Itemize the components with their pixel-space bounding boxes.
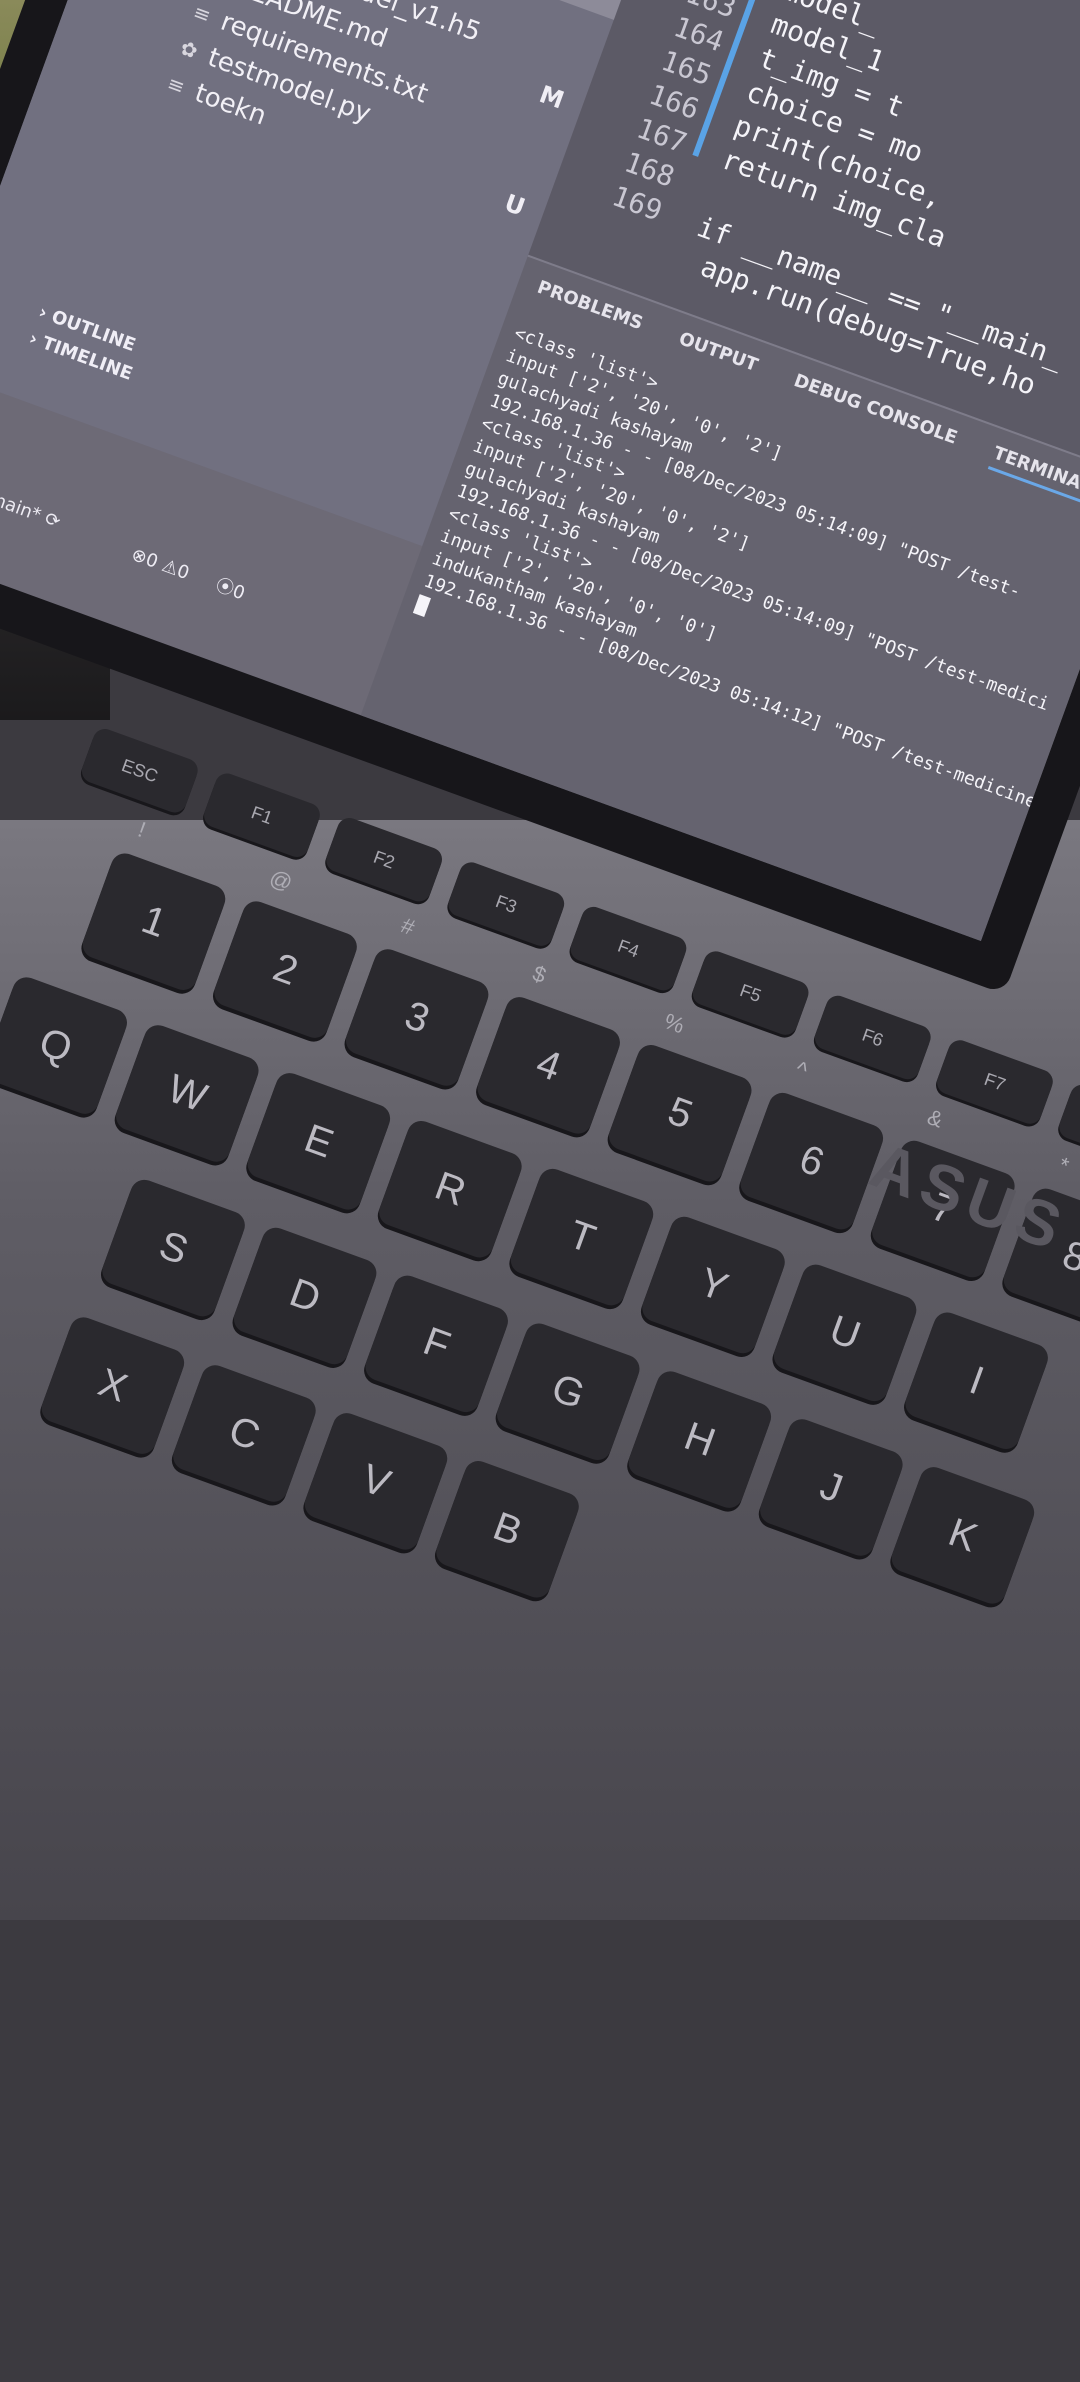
key[interactable]: @2 <box>210 865 361 1042</box>
key[interactable]: T <box>506 1164 658 1310</box>
key-shift-label: * <box>1055 1151 1073 1179</box>
key-label: K <box>942 1510 983 1561</box>
key-label: Q <box>33 1019 78 1072</box>
key[interactable]: V <box>300 1409 452 1554</box>
key-label: E <box>298 1116 339 1167</box>
function-key[interactable]: F4 <box>567 903 690 994</box>
key-shift-label: ! <box>134 816 150 843</box>
key[interactable]: W <box>112 1021 263 1166</box>
key-label: U <box>823 1307 867 1359</box>
git-status-badge: U <box>500 188 529 222</box>
key[interactable]: $4 <box>473 960 624 1138</box>
key[interactable]: R <box>375 1117 526 1262</box>
key-label: G <box>546 1365 591 1418</box>
key-shift-label: ^ <box>792 1056 811 1084</box>
python-icon: ✿ <box>177 35 202 64</box>
key[interactable]: F <box>361 1271 512 1417</box>
function-key[interactable]: F6 <box>811 992 935 1083</box>
key[interactable]: ^ 6 <box>736 1056 888 1234</box>
key-shift-label: % <box>660 1008 688 1039</box>
key-label: 6 <box>793 1136 830 1186</box>
key[interactable]: Y <box>638 1212 789 1358</box>
key[interactable]: #3 <box>341 912 493 1090</box>
key-shift-label: # <box>397 912 418 941</box>
key-label: R <box>429 1163 472 1215</box>
function-key[interactable]: F1 <box>200 770 324 861</box>
key-shift-label: & <box>924 1104 947 1133</box>
key[interactable]: J <box>756 1415 907 1560</box>
code-lines: 159i160img161load162model_163model_1164t… <box>608 0 1080 402</box>
file-lines-icon: ≡ <box>190 0 215 28</box>
key[interactable]: H <box>624 1367 776 1512</box>
key-label: S <box>153 1222 194 1274</box>
key[interactable]: E <box>243 1069 395 1214</box>
key-label: 2 <box>267 945 304 995</box>
key[interactable]: D <box>229 1223 381 1369</box>
key[interactable]: X <box>37 1313 189 1458</box>
key[interactable]: Q <box>0 973 131 1118</box>
esc-key[interactable]: ESC <box>78 725 202 816</box>
key-label: H <box>678 1414 721 1466</box>
panel-tab[interactable]: TERMINAL <box>988 442 1080 505</box>
function-key[interactable]: F7 <box>933 1036 1057 1128</box>
key-label: 3 <box>399 993 436 1042</box>
line-number <box>542 217 645 255</box>
terminal-cursor <box>412 594 431 617</box>
key-label: 4 <box>530 1040 567 1090</box>
key-label: Y <box>693 1259 734 1311</box>
key[interactable]: C <box>169 1361 320 1506</box>
key-label: B <box>487 1504 528 1555</box>
key-label: J <box>814 1463 849 1512</box>
key[interactable]: K <box>887 1463 1039 1608</box>
key[interactable]: B <box>432 1457 583 1602</box>
key[interactable]: S <box>98 1175 249 1321</box>
key-label: T <box>562 1212 601 1262</box>
problems-status[interactable]: ⊗0 ⚠0 ⦿0 <box>128 540 249 605</box>
key[interactable]: U <box>769 1260 921 1406</box>
key[interactable]: ! 1 <box>78 817 230 994</box>
key-label: I <box>963 1358 990 1404</box>
key[interactable]: % 5 <box>605 1008 756 1186</box>
key-label: X <box>92 1360 133 1411</box>
file-lines-icon: ≡ <box>164 70 189 100</box>
key-label: C <box>223 1407 266 1460</box>
key-label: 1 <box>136 897 173 947</box>
key[interactable]: G <box>493 1319 644 1464</box>
function-key[interactable]: F3 <box>445 859 568 950</box>
key[interactable]: I <box>901 1308 1052 1453</box>
panel-tab[interactable]: OUTPUT <box>676 328 761 376</box>
function-key[interactable]: F2 <box>322 814 446 905</box>
key-label: W <box>162 1066 213 1121</box>
key-label: V <box>355 1456 397 1507</box>
branch-status[interactable]: ⑂ main* ⟳ <box>0 482 63 533</box>
key-label: D <box>284 1270 327 1322</box>
sync-icon[interactable]: ⟳ <box>42 508 63 533</box>
key-label: F <box>417 1319 456 1369</box>
git-status-badge: M <box>535 80 568 115</box>
key-shift-label: $ <box>529 960 550 989</box>
key-shift-label: @ <box>266 864 296 896</box>
key-label: 5 <box>662 1088 699 1138</box>
function-key[interactable]: F5 <box>689 947 812 1039</box>
